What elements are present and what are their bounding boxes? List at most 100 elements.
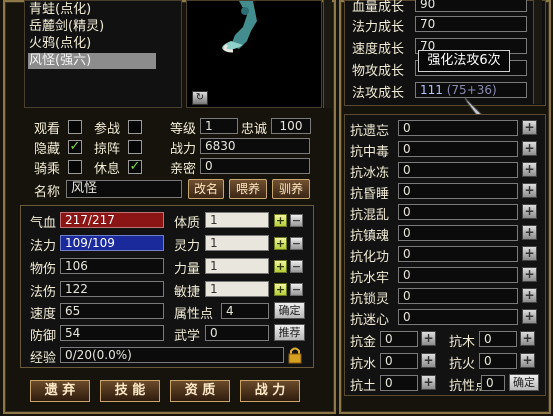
battle-label: 参战 <box>94 122 121 137</box>
hp-label: 气血 <box>30 216 57 231</box>
pet-model-view: ↻ <box>186 0 322 108</box>
formation-label: 掠阵 <box>94 142 121 157</box>
loyalty-field: 100 <box>271 118 311 134</box>
con-label: 体质 <box>174 216 201 231</box>
elem-plus-button[interactable]: + <box>520 353 535 368</box>
spi-minus-button[interactable]: − <box>290 237 303 250</box>
elem-plus-button[interactable]: + <box>421 353 436 368</box>
rename-button[interactable]: 改名 <box>188 179 224 199</box>
aptitude-button[interactable]: 资 质 <box>170 380 230 402</box>
con-minus-button[interactable]: − <box>290 214 303 227</box>
agi-label: 敏捷 <box>174 285 201 300</box>
resist-plus-button[interactable]: + <box>522 225 537 240</box>
con-field[interactable]: 1 <box>205 212 269 228</box>
hide-label: 隐藏 <box>34 142 61 157</box>
str-label: 力量 <box>174 262 201 277</box>
confirm-points-button[interactable]: 确定 <box>274 302 305 319</box>
recommend-button[interactable]: 推荐 <box>274 324 305 341</box>
agi-plus-button[interactable]: + <box>274 283 287 296</box>
battle-power-button[interactable]: 战 力 <box>240 380 300 402</box>
confirm-resist-button[interactable]: 确定 <box>509 374 539 391</box>
resist-plus-button[interactable]: + <box>522 162 537 177</box>
exp-bar: 0/20(0.0%) <box>60 347 284 363</box>
elem-plus-button[interactable]: + <box>421 331 436 346</box>
martial-label: 武学 <box>174 329 201 344</box>
intimacy-field: 0 <box>200 158 310 174</box>
spi-field[interactable]: 1 <box>205 235 269 251</box>
name-field[interactable]: 风怪 <box>66 180 182 198</box>
ride-checkbox[interactable] <box>68 160 82 174</box>
resist-field: 0 <box>398 225 518 241</box>
pet-list-item[interactable]: 岳麓剑(精灵) <box>28 19 156 35</box>
abandon-button[interactable]: 遗 弃 <box>30 380 90 402</box>
watch-checkbox[interactable] <box>68 120 82 134</box>
tooltip-text: 强化法攻6次 <box>427 53 501 68</box>
resist-plus-button[interactable]: + <box>522 309 537 324</box>
str-plus-button[interactable]: + <box>274 260 287 273</box>
resist-plus-button[interactable]: + <box>522 120 537 135</box>
resist-plus-button[interactable]: + <box>522 141 537 156</box>
formation-checkbox[interactable] <box>128 140 142 154</box>
resist-label: 抗中毒 <box>350 145 390 160</box>
resist-field: 0 <box>398 288 518 304</box>
magic-growth-bonus: (75+36) <box>446 83 497 97</box>
spi-plus-button[interactable]: + <box>274 237 287 250</box>
elem-label: 抗金 <box>350 335 377 350</box>
growth-label: 物攻成长 <box>352 64 405 79</box>
power-field: 6830 <box>200 138 310 154</box>
elem-field: 0 <box>380 375 418 391</box>
ride-label: 骑乘 <box>34 162 61 177</box>
resist-plus-button[interactable]: + <box>522 267 537 282</box>
resist-label: 抗锁灵 <box>350 292 390 307</box>
feed-button[interactable]: 喂养 <box>229 179 267 199</box>
mp-label: 法力 <box>30 239 57 254</box>
agi-field[interactable]: 1 <box>205 281 269 297</box>
name-label: 名称 <box>34 185 61 200</box>
tame-button[interactable]: 驯养 <box>272 179 310 199</box>
str-field[interactable]: 1 <box>205 258 269 274</box>
tooltip: 强化法攻6次 <box>418 50 510 72</box>
con-plus-button[interactable]: + <box>274 214 287 227</box>
battle-checkbox[interactable] <box>128 120 142 134</box>
rotate-model-icon[interactable]: ↻ <box>192 91 208 105</box>
resist-plus-button[interactable]: + <box>522 246 537 261</box>
pet-list-item[interactable]: 火鸦(点化) <box>28 36 156 52</box>
resist-field: 0 <box>398 309 518 325</box>
elem-label: 抗木 <box>449 335 476 350</box>
intimacy-label: 亲密 <box>170 162 197 177</box>
power-label: 战力 <box>170 142 197 157</box>
level-label: 等级 <box>170 122 197 137</box>
pet-list-scrollbar[interactable] <box>323 0 332 108</box>
speed-label: 速度 <box>30 307 57 322</box>
growth-label: 法攻成长 <box>352 86 405 101</box>
resist-label: 抗镇魂 <box>350 229 390 244</box>
resist-label: 抗冰冻 <box>350 166 390 181</box>
resist-plus-button[interactable]: + <box>522 204 537 219</box>
pet-list-item[interactable]: 青蛙(点化) <box>28 2 156 18</box>
rest-checkbox[interactable]: ✓ <box>128 160 142 174</box>
level-field: 1 <box>200 118 238 134</box>
watch-label: 观看 <box>34 122 61 137</box>
pet-list-item-selected[interactable]: 风怪(强六) <box>28 53 156 69</box>
resist-label: 抗混乱 <box>350 208 390 223</box>
agi-minus-button[interactable]: − <box>290 283 303 296</box>
elem-label: 抗土 <box>350 379 377 394</box>
growth-field: 70 <box>415 16 527 32</box>
growth-scrollbar[interactable] <box>533 0 542 104</box>
elem-label: 抗火 <box>449 357 476 372</box>
resist-field: 0 <box>398 204 518 220</box>
resist-label: 抗遗忘 <box>350 124 390 139</box>
elem-plus-button[interactable]: + <box>520 331 535 346</box>
resist-plus-button[interactable]: + <box>522 288 537 303</box>
resist-field: 0 <box>398 246 518 262</box>
skills-button[interactable]: 技 能 <box>100 380 160 402</box>
magic-field: 122 <box>60 281 164 297</box>
elem-field: 0 <box>380 353 418 369</box>
martial-field: 0 <box>205 325 269 341</box>
elem-plus-button[interactable]: + <box>421 375 436 390</box>
str-minus-button[interactable]: − <box>290 260 303 273</box>
hide-checkbox[interactable]: ✓ <box>68 140 82 154</box>
growth-label: 法力成长 <box>352 20 405 35</box>
lock-icon[interactable] <box>288 346 302 364</box>
resist-plus-button[interactable]: + <box>522 183 537 198</box>
